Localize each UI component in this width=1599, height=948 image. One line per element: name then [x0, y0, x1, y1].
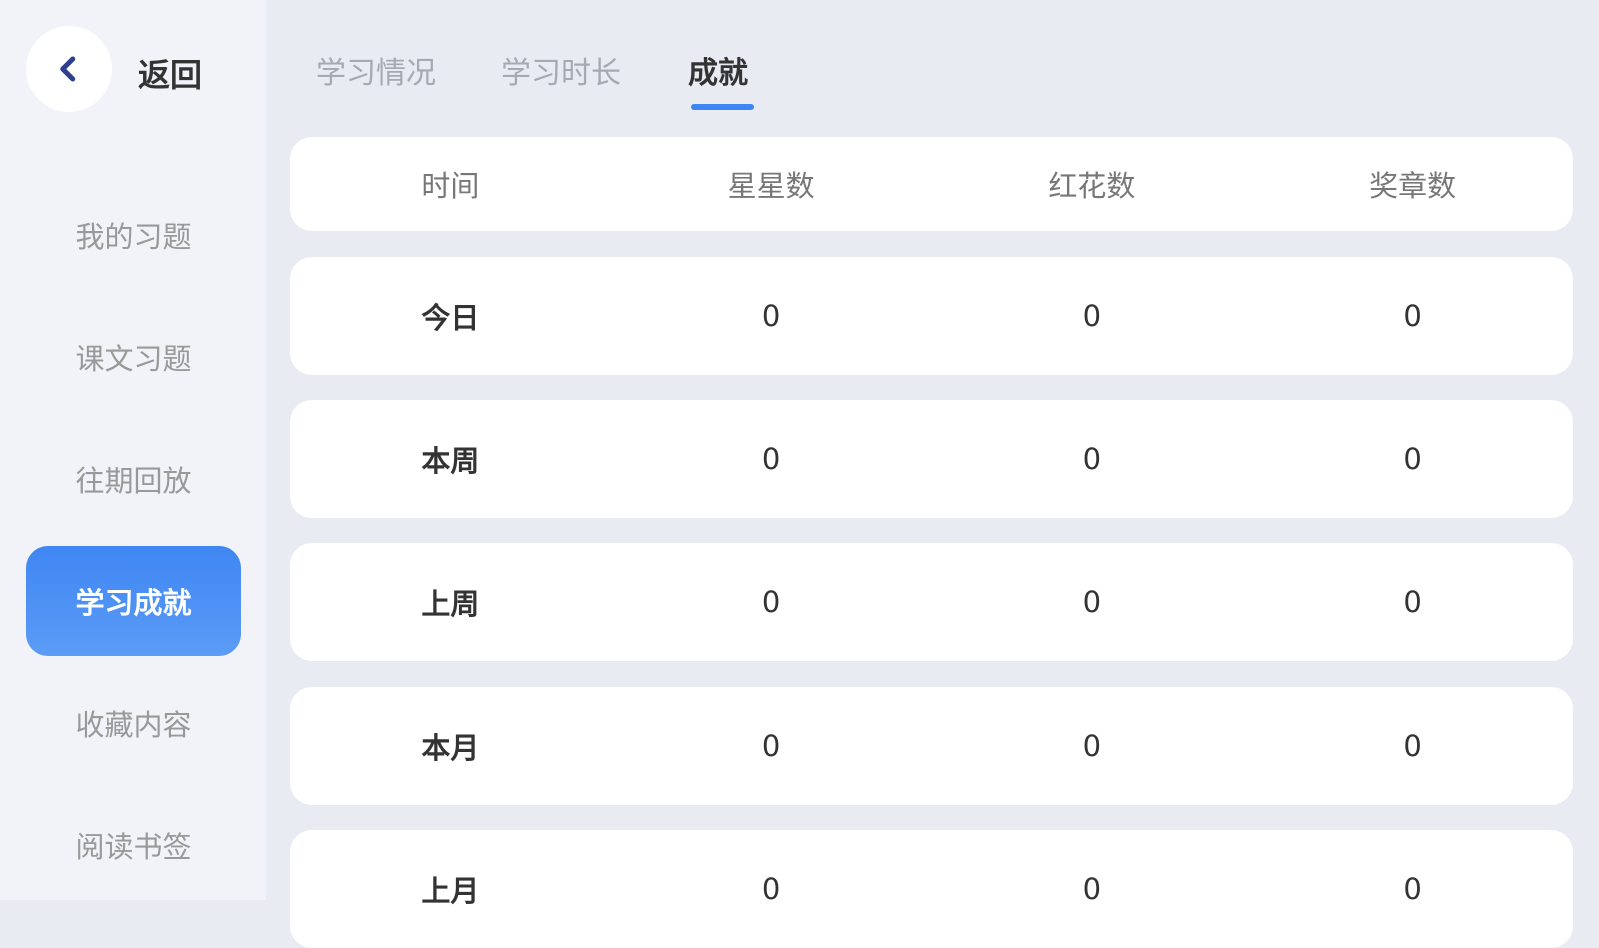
- sidebar-item-my-exercises[interactable]: 我的习题: [26, 180, 241, 290]
- back-label[interactable]: 返回: [138, 50, 202, 96]
- row-period: 上月: [421, 874, 480, 908]
- row-stars: 0: [761, 442, 781, 476]
- row-flowers: 0: [1082, 729, 1102, 763]
- row-stars: 0: [761, 299, 781, 333]
- row-period: 本周: [421, 444, 480, 478]
- row-period: 上周: [421, 587, 480, 621]
- sidebar-item-bookmarks[interactable]: 阅读书签: [26, 790, 241, 900]
- header-stars: 星星数: [727, 169, 815, 203]
- row-stars: 0: [761, 872, 781, 906]
- tab-study-duration[interactable]: 学习时长: [501, 48, 621, 92]
- row-medals: 0: [1403, 585, 1422, 619]
- header-time: 时间: [421, 169, 480, 203]
- table-row: 上月 0 0 0: [290, 830, 1573, 948]
- sidebar-item-replays[interactable]: 往期回放: [26, 424, 241, 534]
- row-medals: 0: [1403, 442, 1422, 476]
- row-medals: 0: [1403, 729, 1422, 763]
- row-flowers: 0: [1082, 299, 1102, 333]
- row-flowers: 0: [1082, 442, 1102, 476]
- row-flowers: 0: [1082, 872, 1102, 906]
- active-tab-indicator: [691, 104, 754, 110]
- sidebar-item-text-exercises[interactable]: 课文习题: [26, 302, 241, 412]
- tab-study-status[interactable]: 学习情况: [316, 48, 436, 92]
- table-row: 本周 0 0 0: [290, 400, 1573, 518]
- header-medals: 奖章数: [1369, 169, 1457, 203]
- table-row: 上周 0 0 0: [290, 543, 1573, 661]
- row-stars: 0: [761, 729, 781, 763]
- row-stars: 0: [761, 585, 781, 619]
- row-period: 本月: [421, 731, 480, 765]
- back-button[interactable]: [26, 26, 112, 112]
- header-flowers: 红花数: [1048, 169, 1136, 203]
- row-flowers: 0: [1082, 585, 1102, 619]
- tab-achievements[interactable]: 成就: [688, 48, 748, 92]
- table-header: 时间 星星数 红花数 奖章数: [290, 137, 1573, 231]
- table-row: 今日 0 0 0: [290, 257, 1573, 375]
- row-period: 今日: [421, 301, 480, 335]
- sidebar-item-achievements[interactable]: 学习成就: [26, 546, 241, 656]
- row-medals: 0: [1403, 299, 1422, 333]
- sidebar: 返回 我的习题 课文习题 往期回放 学习成就 收藏内容 阅读书签: [0, 0, 266, 900]
- table-row: 本月 0 0 0: [290, 687, 1573, 805]
- row-medals: 0: [1403, 872, 1422, 906]
- sidebar-item-favorites[interactable]: 收藏内容: [26, 668, 241, 778]
- chevron-left-icon: [60, 56, 76, 82]
